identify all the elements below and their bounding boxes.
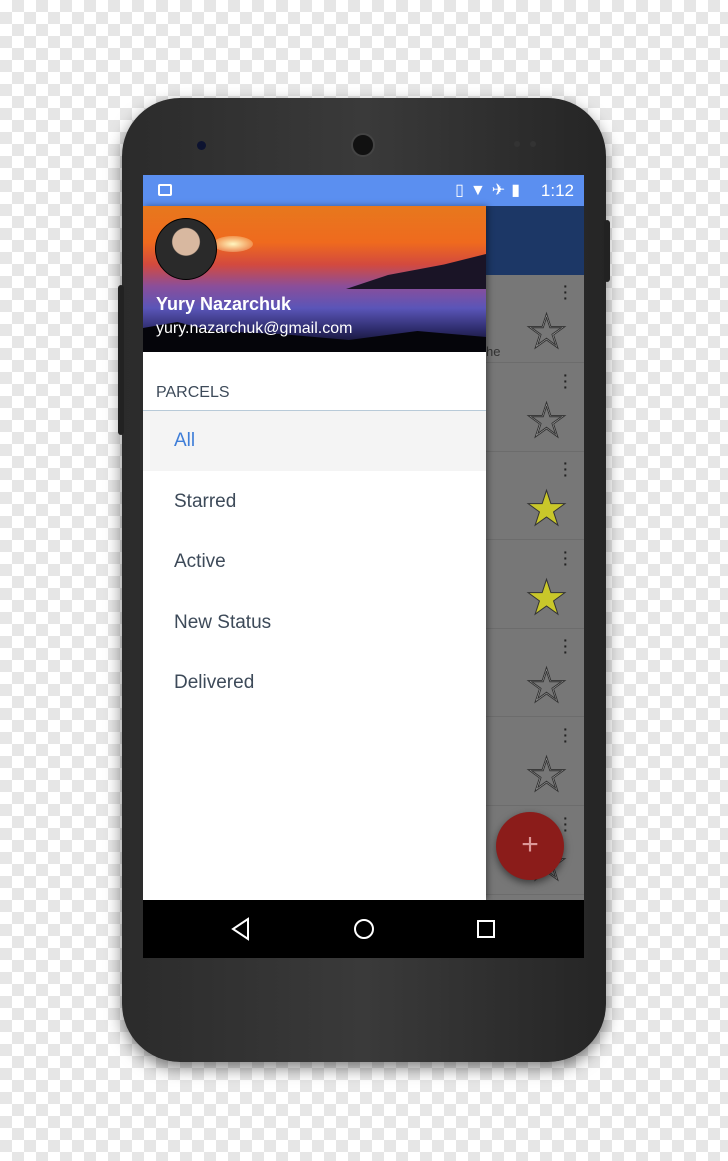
user-email: yury.nazarchuk@gmail.com [156, 320, 353, 337]
partial-text: he [486, 344, 501, 359]
star-icon[interactable]: ☆ [524, 662, 568, 711]
more-icon[interactable]: · · · [563, 722, 568, 748]
more-icon[interactable]: · · · [563, 368, 568, 394]
navigation-bar [143, 900, 584, 958]
star-icon[interactable]: ★ [524, 485, 568, 534]
image-icon [158, 184, 172, 196]
star-icon[interactable]: ☆ [524, 308, 568, 357]
star-icon[interactable]: ★ [524, 574, 568, 623]
more-icon[interactable]: · · · [563, 279, 568, 305]
sensor [530, 141, 536, 147]
drawer-header: Yury Nazarchuk yury.nazarchuk@gmail.com [143, 206, 486, 352]
add-parcel-button[interactable]: + [496, 812, 564, 880]
more-icon[interactable]: · · · [563, 633, 568, 659]
earpiece [351, 133, 375, 157]
section-title: PARCELS [156, 384, 230, 401]
recents-icon[interactable] [473, 916, 499, 942]
volume-button [118, 285, 124, 435]
front-camera [197, 141, 206, 150]
drawer-item-all[interactable]: All [143, 411, 486, 471]
back-icon[interactable] [228, 916, 254, 942]
home-icon[interactable] [351, 916, 377, 942]
user-name: Yury Nazarchuk [156, 294, 292, 314]
more-icon[interactable]: · · · [563, 456, 568, 482]
vibrate-icon: ▯ [455, 182, 470, 199]
screen: ▯▼✈▮ 1:12 ···☆···☆···★···★···☆···☆···☆ h… [143, 175, 584, 958]
star-icon[interactable]: ☆ [524, 397, 568, 446]
drawer-item-delivered[interactable]: Delivered [143, 653, 486, 713]
more-icon[interactable]: · · · [563, 811, 568, 837]
drawer-item-active[interactable]: Active [143, 532, 486, 592]
airplane-icon: ✈ [491, 182, 512, 199]
battery-icon: ▮ [511, 182, 526, 199]
star-icon[interactable]: ☆ [524, 751, 568, 800]
power-button [604, 220, 610, 282]
drawer-item-starred[interactable]: Starred [143, 472, 486, 532]
navigation-drawer: Yury Nazarchuk yury.nazarchuk@gmail.com … [143, 206, 486, 900]
clock: 1:12 [540, 181, 574, 200]
drawer-item-new-status[interactable]: New Status [143, 593, 486, 653]
sensor [514, 141, 520, 147]
wifi-icon: ▼ [469, 182, 492, 199]
more-icon[interactable]: · · · [563, 545, 568, 571]
avatar[interactable] [155, 218, 217, 280]
status-bar: ▯▼✈▮ 1:12 [143, 175, 584, 206]
